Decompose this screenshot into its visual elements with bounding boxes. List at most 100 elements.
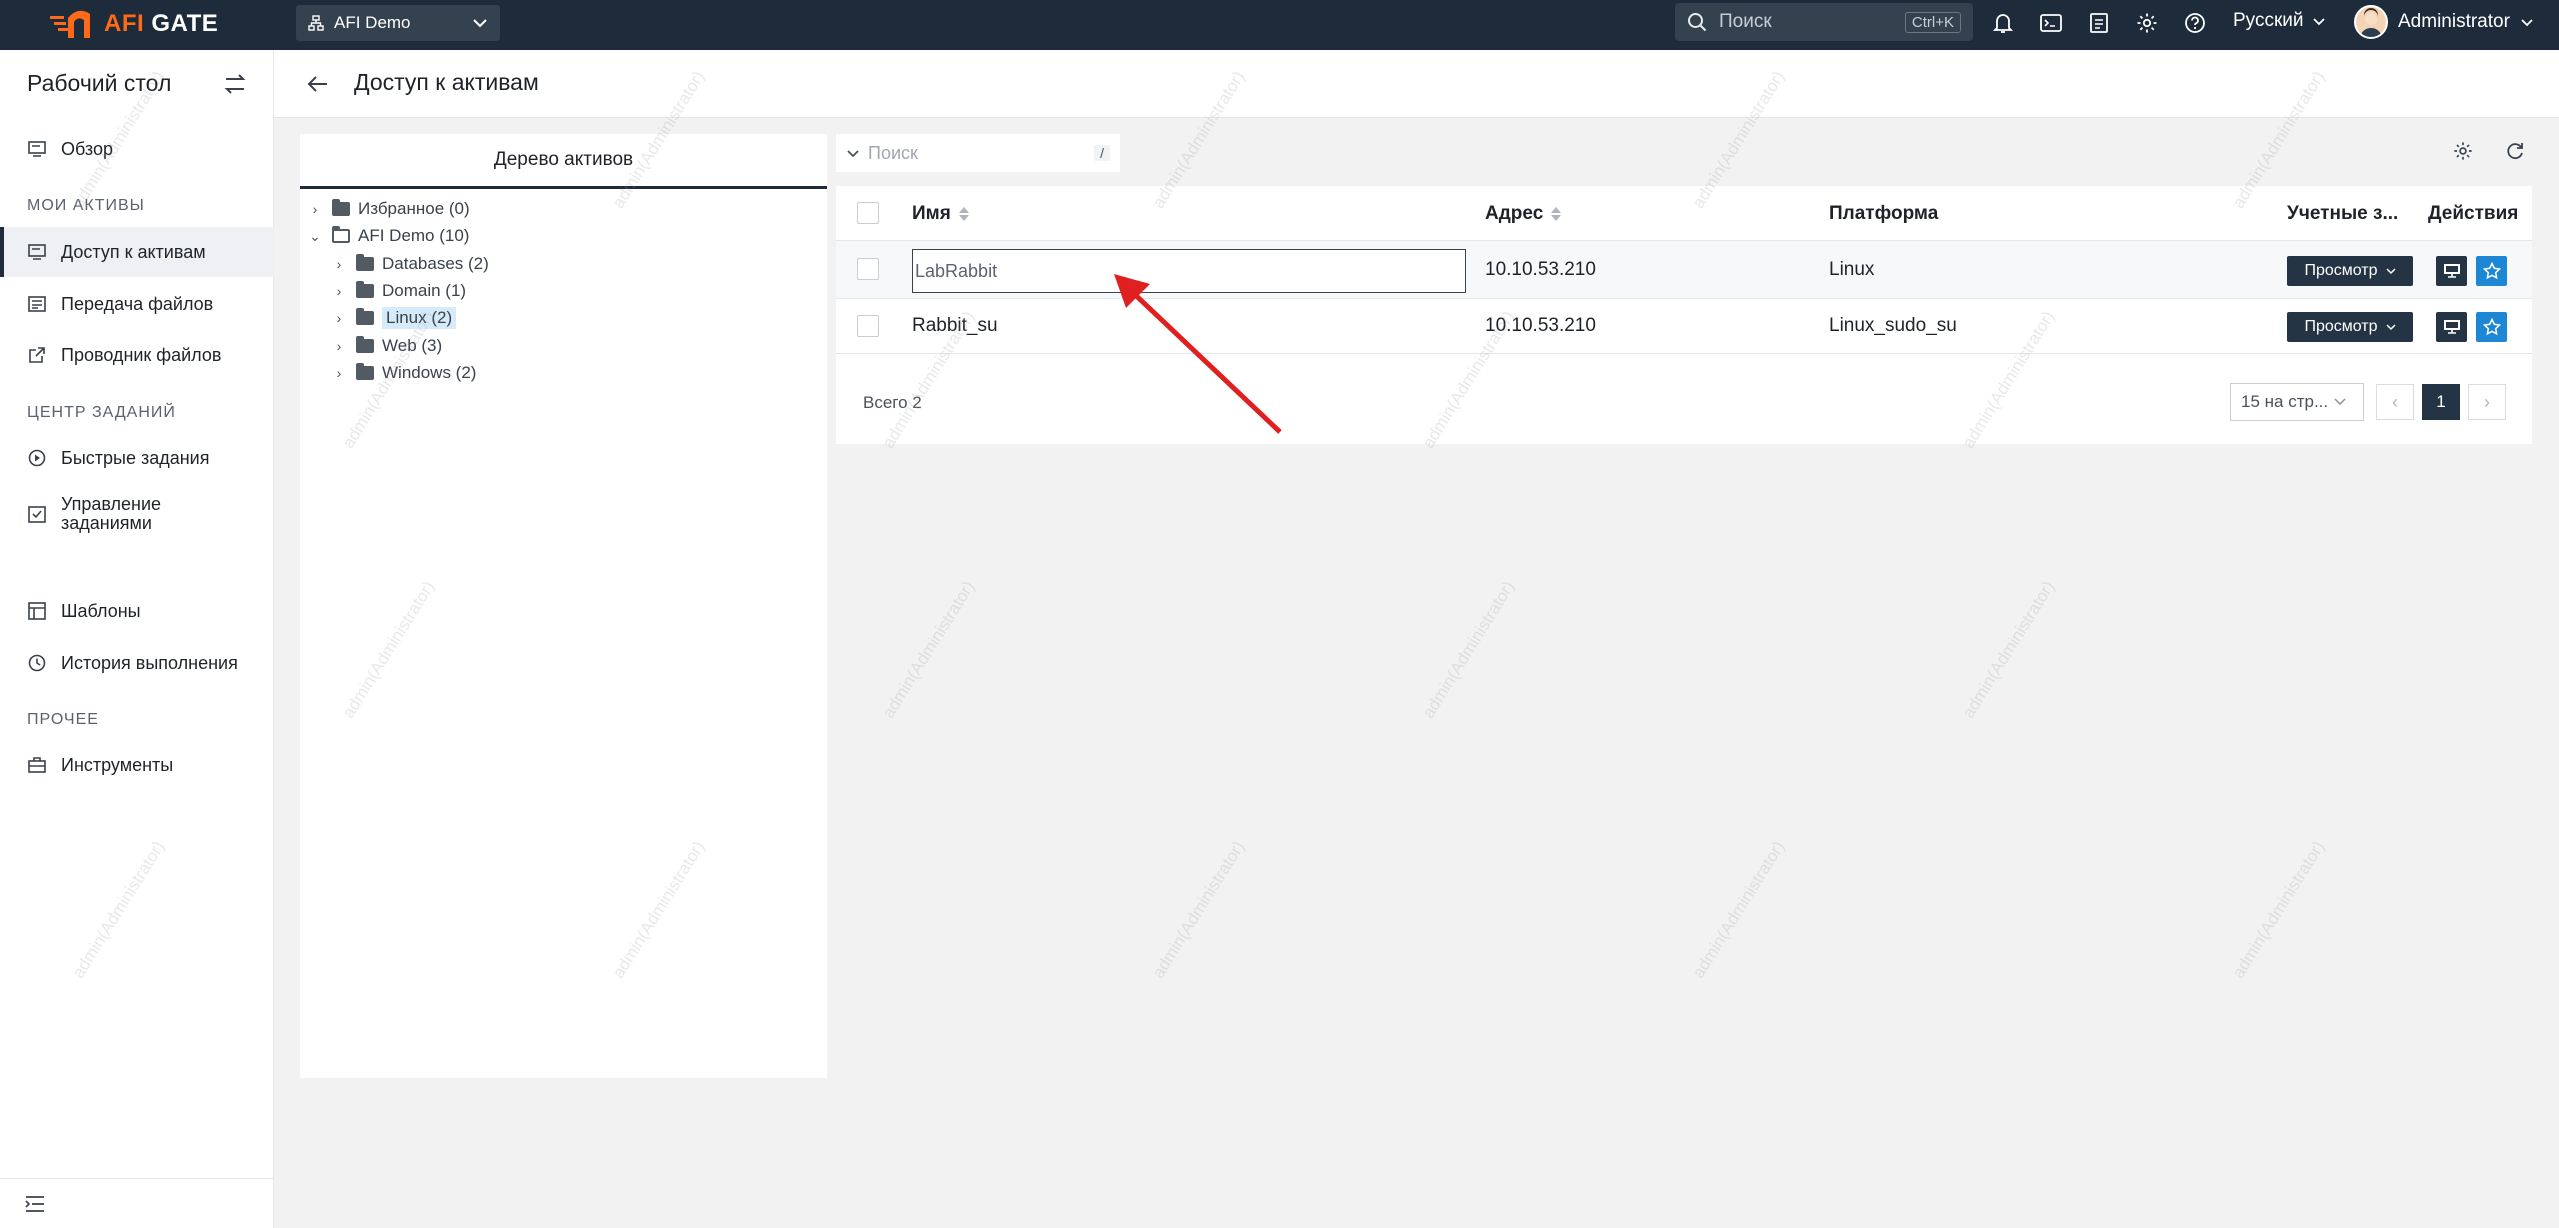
- toolbox-icon: [27, 755, 47, 775]
- sidebar-item-templates[interactable]: Шаблоны: [0, 586, 274, 636]
- tree-node-label: Web (3): [382, 336, 443, 355]
- column-address[interactable]: Адрес: [1485, 203, 1562, 225]
- monitor-icon: [2443, 320, 2460, 334]
- bell-icon[interactable]: [1990, 8, 2016, 38]
- tree-node-afi-demo[interactable]: ⌄ AFI Demo (10): [306, 223, 469, 249]
- org-selector[interactable]: AFI Demo: [296, 5, 500, 41]
- help-icon[interactable]: [2182, 8, 2208, 38]
- asset-name[interactable]: Rabbit_su: [912, 315, 998, 337]
- sidebar-item-task-management[interactable]: Управление заданиями: [0, 486, 274, 542]
- chevron-right-icon[interactable]: ›: [330, 283, 348, 299]
- folder-icon: [356, 336, 374, 353]
- select-all-checkbox[interactable]: [857, 202, 879, 224]
- favorite-button[interactable]: [2476, 256, 2507, 286]
- view-accounts-button[interactable]: Просмотр: [2287, 312, 2413, 342]
- connect-button[interactable]: [2436, 256, 2467, 286]
- folder-icon: [356, 281, 374, 298]
- column-name[interactable]: Имя: [912, 203, 969, 225]
- chevron-right-icon[interactable]: ›: [330, 338, 348, 354]
- terminal-icon[interactable]: [2038, 8, 2064, 38]
- sidebar-footer: [0, 1178, 274, 1228]
- sidebar-item-label: История выполнения: [61, 652, 238, 673]
- sidebar-item-label: Шаблоны: [61, 600, 141, 621]
- column-accounts: Учетные з...: [2287, 203, 2398, 225]
- sidebar-item-execution-history[interactable]: История выполнения: [0, 638, 274, 688]
- column-platform-label: Платформа: [1829, 203, 1939, 224]
- terminal-icon: [27, 242, 47, 262]
- page-size-select[interactable]: 15 на стр...: [2230, 383, 2364, 421]
- search-hotkey: /: [1094, 145, 1110, 161]
- tree-node-web[interactable]: › Web (3): [330, 333, 442, 359]
- chevron-right-icon[interactable]: ›: [330, 256, 348, 272]
- avatar: [2354, 5, 2388, 39]
- sidebar-item-quick-tasks[interactable]: Быстрые задания: [0, 433, 274, 483]
- tree-node-label: Избранное (0): [358, 199, 470, 218]
- chevron-down-icon[interactable]: ⌄: [306, 228, 324, 245]
- user-menu[interactable]: Administrator: [2354, 5, 2534, 39]
- chevron-down-icon[interactable]: [846, 149, 860, 158]
- sort-icon[interactable]: [1551, 207, 1562, 221]
- row-checkbox[interactable]: [857, 258, 879, 280]
- favorite-button[interactable]: [2476, 312, 2507, 342]
- view-accounts-button[interactable]: Просмотр: [2287, 256, 2413, 286]
- table-row[interactable]: LabRabbit 10.10.53.210 Linux Просмотр: [836, 241, 2532, 299]
- file-transfer-icon: [27, 294, 47, 314]
- sidebar-title: Рабочий стол: [27, 70, 172, 96]
- org-name: AFI Demo: [334, 13, 411, 32]
- table-tools: [2452, 140, 2526, 162]
- table-header: Имя Адрес Платформа Учетные з... Действи…: [836, 186, 2532, 241]
- row-checkbox[interactable]: [857, 315, 879, 337]
- sidebar-section-my-assets: МОИ АКТИВЫ: [27, 197, 145, 214]
- language-selector[interactable]: Русский: [2233, 10, 2326, 32]
- column-actions-label: Действия: [2428, 203, 2519, 224]
- chevron-right-icon[interactable]: ›: [330, 365, 348, 381]
- column-accounts-label: Учетные з...: [2287, 203, 2399, 224]
- tree-node-domain[interactable]: › Domain (1): [330, 278, 466, 304]
- tree-node-databases[interactable]: › Databases (2): [330, 251, 489, 277]
- switch-view-icon[interactable]: [222, 72, 248, 96]
- next-page-button[interactable]: ›: [2468, 384, 2506, 420]
- sidebar-item-label: Управление заданиями: [61, 494, 162, 533]
- tree-node-linux[interactable]: › Linux (2): [330, 305, 457, 331]
- page-button[interactable]: 1: [2422, 384, 2460, 420]
- sidebar-item-tools[interactable]: Инструменты: [0, 740, 274, 790]
- sidebar-item-file-explorer[interactable]: Проводник файлов: [0, 330, 274, 380]
- connect-button[interactable]: [2436, 312, 2467, 342]
- sidebar-item-overview[interactable]: Обзор: [0, 124, 274, 174]
- collapse-menu-icon[interactable]: [25, 1195, 45, 1213]
- sidebar-item-label: Доступ к активам: [61, 241, 206, 262]
- refresh-icon[interactable]: [2504, 140, 2526, 162]
- settings-gear-icon[interactable]: [2452, 140, 2474, 162]
- view-accounts-label: Просмотр: [2304, 318, 2378, 335]
- tree-node-windows[interactable]: › Windows (2): [330, 360, 476, 386]
- chevron-down-icon: [473, 19, 487, 28]
- folder-icon: [356, 308, 374, 325]
- chevron-right-icon[interactable]: ›: [306, 201, 324, 217]
- sidebar-item-asset-access[interactable]: Доступ к активам: [0, 227, 274, 277]
- tree-node-favorites[interactable]: › Избранное (0): [306, 196, 470, 222]
- settings-gear-icon[interactable]: [2134, 8, 2160, 38]
- chevron-right-icon[interactable]: ›: [330, 310, 348, 326]
- table-row[interactable]: Rabbit_su 10.10.53.210 Linux_sudo_su Про…: [836, 299, 2532, 354]
- asset-name-input[interactable]: LabRabbit: [912, 249, 1466, 293]
- global-search[interactable]: Поиск Ctrl+K: [1675, 3, 1973, 41]
- app-logo[interactable]: AFI GATE: [50, 8, 218, 40]
- asset-name-value: LabRabbit: [915, 260, 998, 281]
- search-shortcut: Ctrl+K: [1904, 11, 1961, 33]
- page-size-value: 15 на стр...: [2241, 392, 2329, 411]
- search-icon: [1688, 13, 1707, 32]
- tab-asset-tree[interactable]: Дерево активов: [300, 134, 827, 189]
- sidebar-item-file-transfer[interactable]: Передача файлов: [0, 279, 274, 329]
- column-address-label: Адрес: [1485, 203, 1544, 224]
- prev-page-button[interactable]: ‹: [2376, 384, 2414, 420]
- asset-search[interactable]: Поиск /: [836, 134, 1120, 172]
- monitor-icon: [27, 139, 47, 159]
- sort-icon[interactable]: [958, 207, 969, 221]
- back-arrow-icon[interactable]: [306, 72, 330, 96]
- folder-icon: [356, 363, 374, 380]
- global-search-placeholder: Поиск: [1719, 11, 1772, 32]
- chevron-down-icon: [2386, 323, 2396, 330]
- language-label: Русский: [2233, 10, 2304, 31]
- document-list-icon[interactable]: [2086, 8, 2112, 38]
- top-bar: AFI GATE AFI Demo Поиск Ctrl+K Русский A…: [0, 0, 2559, 50]
